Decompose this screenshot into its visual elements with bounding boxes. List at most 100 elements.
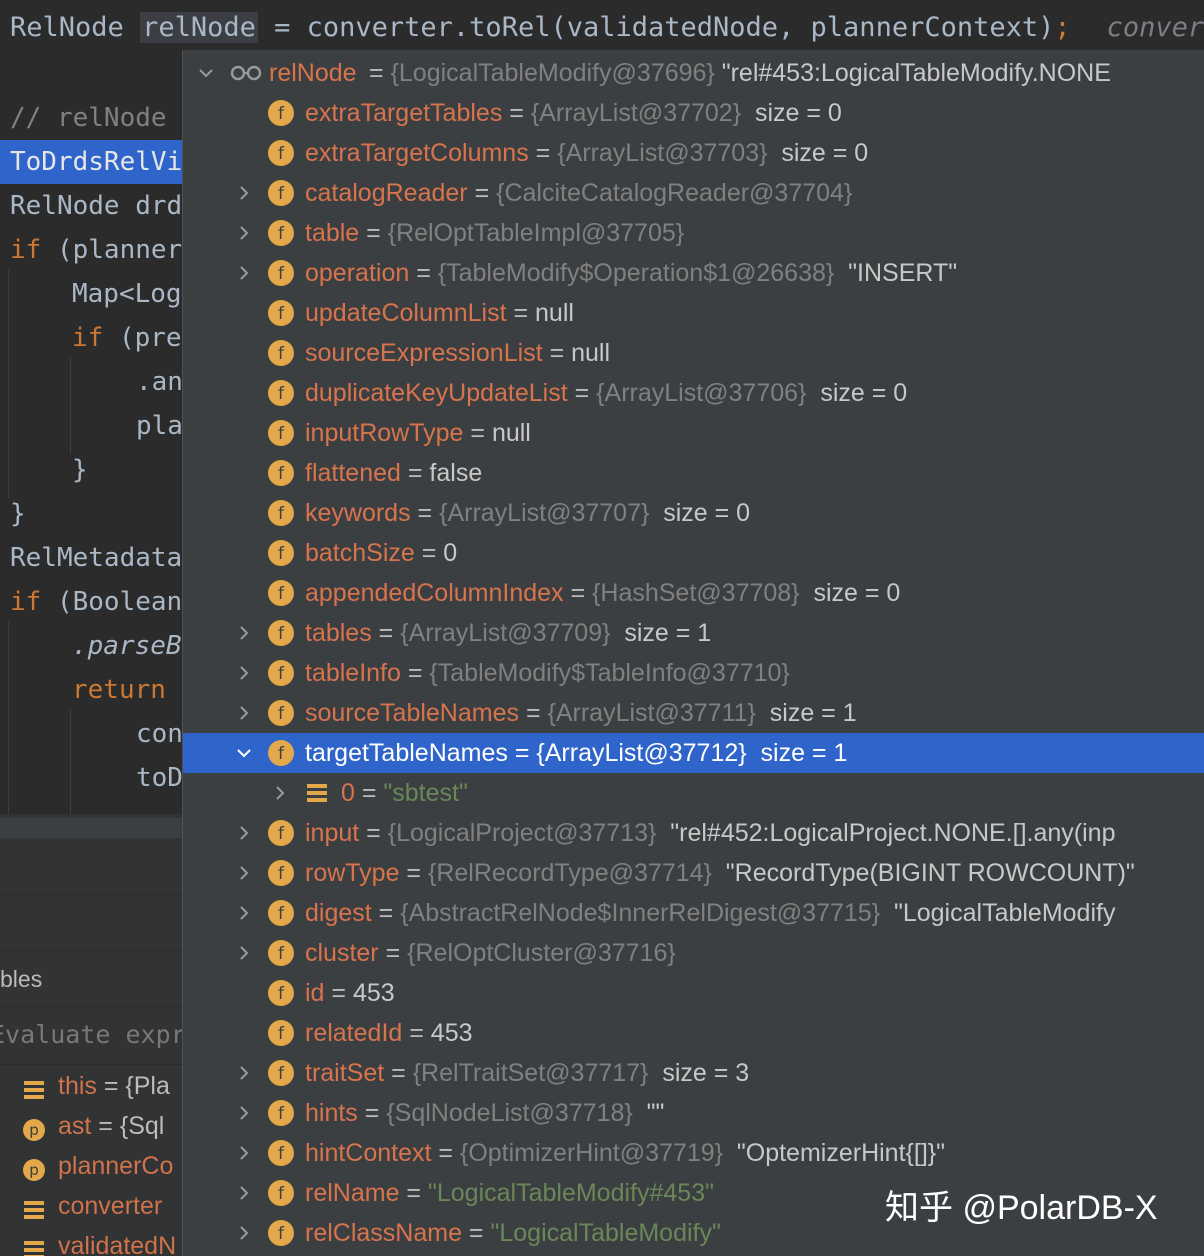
field-row[interactable]: f digest = {AbstractRelNode$InnerRelDiges… bbox=[183, 893, 1204, 933]
chevron-right-icon[interactable] bbox=[233, 213, 253, 253]
chevron-down-icon[interactable] bbox=[195, 53, 215, 93]
chevron-right-icon[interactable] bbox=[233, 813, 253, 853]
variable-name-text: this bbox=[58, 1072, 97, 1100]
equals-sign: = bbox=[414, 539, 444, 567]
chevron-right-icon[interactable] bbox=[233, 253, 253, 293]
field-value: {CalciteCatalogReader@37704} bbox=[496, 179, 853, 207]
field-row[interactable]: f catalogReader = {CalciteCatalogReader@3… bbox=[183, 173, 1204, 213]
field-row[interactable]: f traitSet = {RelTraitSet@37717} size = 3 bbox=[183, 1053, 1204, 1093]
debug-inspector-popup[interactable]: relNode = {LogicalTableModify@37696} "re… bbox=[182, 50, 1204, 1256]
equals-sign: = bbox=[542, 339, 572, 367]
svg-text:f: f bbox=[278, 304, 285, 324]
code-line[interactable]: Map<Log bbox=[0, 272, 182, 316]
chevron-down-icon[interactable] bbox=[233, 733, 253, 773]
code-line[interactable]: RelNode drd bbox=[0, 184, 182, 228]
field-row[interactable]: f hintContext = {OptimizerHint@37719} "Op… bbox=[183, 1133, 1204, 1173]
code-editor[interactable]: // relNode ToDrdsRelVi RelNode drd if (plan… bbox=[0, 62, 182, 822]
chevron-right-icon[interactable] bbox=[233, 653, 253, 693]
svg-text:f: f bbox=[278, 224, 285, 244]
code-line[interactable]: if (planner bbox=[0, 228, 182, 272]
field-row[interactable]: f targetTableNames = {ArrayList@37712} si… bbox=[183, 733, 1204, 773]
field-icon: f bbox=[267, 539, 295, 567]
chevron-right-icon[interactable] bbox=[233, 1053, 253, 1093]
variable-row[interactable]: this = {Pla bbox=[0, 1066, 182, 1106]
field-icon: f bbox=[267, 699, 295, 727]
root-node-row[interactable]: relNode = {LogicalTableModify@37696} "re… bbox=[183, 53, 1204, 93]
field-row[interactable]: f operation = {TableModify$Operation$1@26… bbox=[183, 253, 1204, 293]
variable-row[interactable]: validatedN bbox=[0, 1226, 182, 1256]
field-row[interactable]: f table = {RelOptTableImpl@37705} bbox=[183, 213, 1204, 253]
field-row[interactable]: f extraTargetTables = {ArrayList@37702} s… bbox=[183, 93, 1204, 133]
child-element-row[interactable]: 0 = "sbtest" bbox=[183, 773, 1204, 813]
field-extra: "" bbox=[646, 1099, 665, 1127]
field-row[interactable]: f appendedColumnIndex = {HashSet@37708} s… bbox=[183, 573, 1204, 613]
chevron-right-icon[interactable] bbox=[233, 853, 253, 893]
field-row[interactable]: f duplicateKeyUpdateList = {ArrayList@377… bbox=[183, 373, 1204, 413]
field-row[interactable]: f extraTargetColumns = {ArrayList@37703} … bbox=[183, 133, 1204, 173]
code-line[interactable]: } bbox=[0, 492, 26, 536]
code-line[interactable]: return bbox=[0, 668, 166, 712]
field-row[interactable]: f tableInfo = {TableModify$TableInfo@3771… bbox=[183, 653, 1204, 693]
code-variable-highlight[interactable]: relNode bbox=[140, 12, 258, 43]
field-name: flattened bbox=[305, 459, 401, 487]
list-icon bbox=[303, 779, 331, 807]
code-line[interactable]: .parseB bbox=[0, 624, 182, 668]
variable-name: converter bbox=[58, 1186, 162, 1226]
field-row[interactable]: f batchSize = 0 bbox=[183, 533, 1204, 573]
panel-scrollbar[interactable] bbox=[0, 818, 182, 838]
code-line[interactable]: con bbox=[0, 712, 182, 756]
field-row[interactable]: f inputRowType = null bbox=[183, 413, 1204, 453]
debugger-panel: bles Evaluate expr this = {Pla p ast = {Sq… bbox=[0, 814, 182, 1256]
evaluate-expression-input[interactable]: Evaluate expr bbox=[0, 1020, 182, 1049]
code-line[interactable]: // relNode bbox=[0, 96, 167, 140]
chevron-right-icon[interactable] bbox=[233, 613, 253, 653]
chevron-right-icon[interactable] bbox=[233, 1173, 253, 1213]
variable-row[interactable]: p ast = {Sql bbox=[0, 1106, 182, 1146]
field-row[interactable]: f sourceExpressionList = null bbox=[183, 333, 1204, 373]
chevron-right-icon[interactable] bbox=[233, 893, 253, 933]
chevron-right-icon[interactable] bbox=[269, 773, 289, 813]
variable-name-text: ast bbox=[58, 1112, 92, 1140]
field-row[interactable]: f keywords = {ArrayList@37707} size = 0 bbox=[183, 493, 1204, 533]
field-row[interactable]: f flattened = false bbox=[183, 453, 1204, 493]
code-line-text: Map<Log bbox=[72, 279, 182, 309]
svg-text:f: f bbox=[278, 144, 285, 164]
chevron-right-icon[interactable] bbox=[233, 1133, 253, 1173]
field-row[interactable]: f id = 453 bbox=[183, 973, 1204, 1013]
code-line[interactable]: toD bbox=[0, 756, 182, 800]
code-line[interactable]: ToDrdsRelVi bbox=[0, 140, 182, 184]
field-name: tables bbox=[305, 619, 372, 647]
field-value: {TableModify$TableInfo@37710} bbox=[429, 659, 790, 687]
code-line-text: } bbox=[72, 455, 88, 485]
svg-text:f: f bbox=[278, 1064, 285, 1084]
code-line[interactable]: .an bbox=[0, 360, 182, 404]
field-icon: f bbox=[267, 179, 295, 207]
field-row[interactable]: f cluster = {RelOptCluster@37716} bbox=[183, 933, 1204, 973]
code-line[interactable]: RelMetadata bbox=[0, 536, 182, 580]
field-row[interactable]: f hints = {SqlNodeList@37718} "" bbox=[183, 1093, 1204, 1133]
equals-sign: = bbox=[567, 379, 597, 407]
code-line[interactable]: } bbox=[0, 448, 88, 492]
field-name: relatedId bbox=[305, 1019, 403, 1047]
field-row[interactable]: f relatedId = 453 bbox=[183, 1013, 1204, 1053]
field-name: sourceExpressionList bbox=[305, 339, 543, 367]
svg-text:p: p bbox=[29, 1161, 39, 1179]
chevron-right-icon[interactable] bbox=[233, 693, 253, 733]
field-row[interactable]: f sourceTableNames = {ArrayList@37711} si… bbox=[183, 693, 1204, 733]
field-row[interactable]: f updateColumnList = null bbox=[183, 293, 1204, 333]
chevron-right-icon[interactable] bbox=[233, 933, 253, 973]
chevron-right-icon[interactable] bbox=[233, 1213, 253, 1253]
variable-row[interactable]: p plannerCo bbox=[0, 1146, 182, 1186]
variable-row[interactable]: converter bbox=[0, 1186, 182, 1226]
code-line[interactable]: if (Boolean bbox=[0, 580, 182, 624]
field-value: "LogicalTableModify" bbox=[490, 1219, 721, 1247]
field-row[interactable]: f input = {LogicalProject@37713} "rel#452… bbox=[183, 813, 1204, 853]
code-line[interactable]: if (pre bbox=[0, 316, 182, 360]
field-row[interactable]: f rowType = {RelRecordType@37714} "Record… bbox=[183, 853, 1204, 893]
field-icon: f bbox=[267, 939, 295, 967]
code-line[interactable]: pla bbox=[0, 404, 182, 448]
chevron-right-icon[interactable] bbox=[233, 1093, 253, 1133]
chevron-right-icon[interactable] bbox=[233, 173, 253, 213]
variables-tab-label[interactable]: bles bbox=[0, 966, 42, 993]
field-row[interactable]: f tables = {ArrayList@37709} size = 1 bbox=[183, 613, 1204, 653]
